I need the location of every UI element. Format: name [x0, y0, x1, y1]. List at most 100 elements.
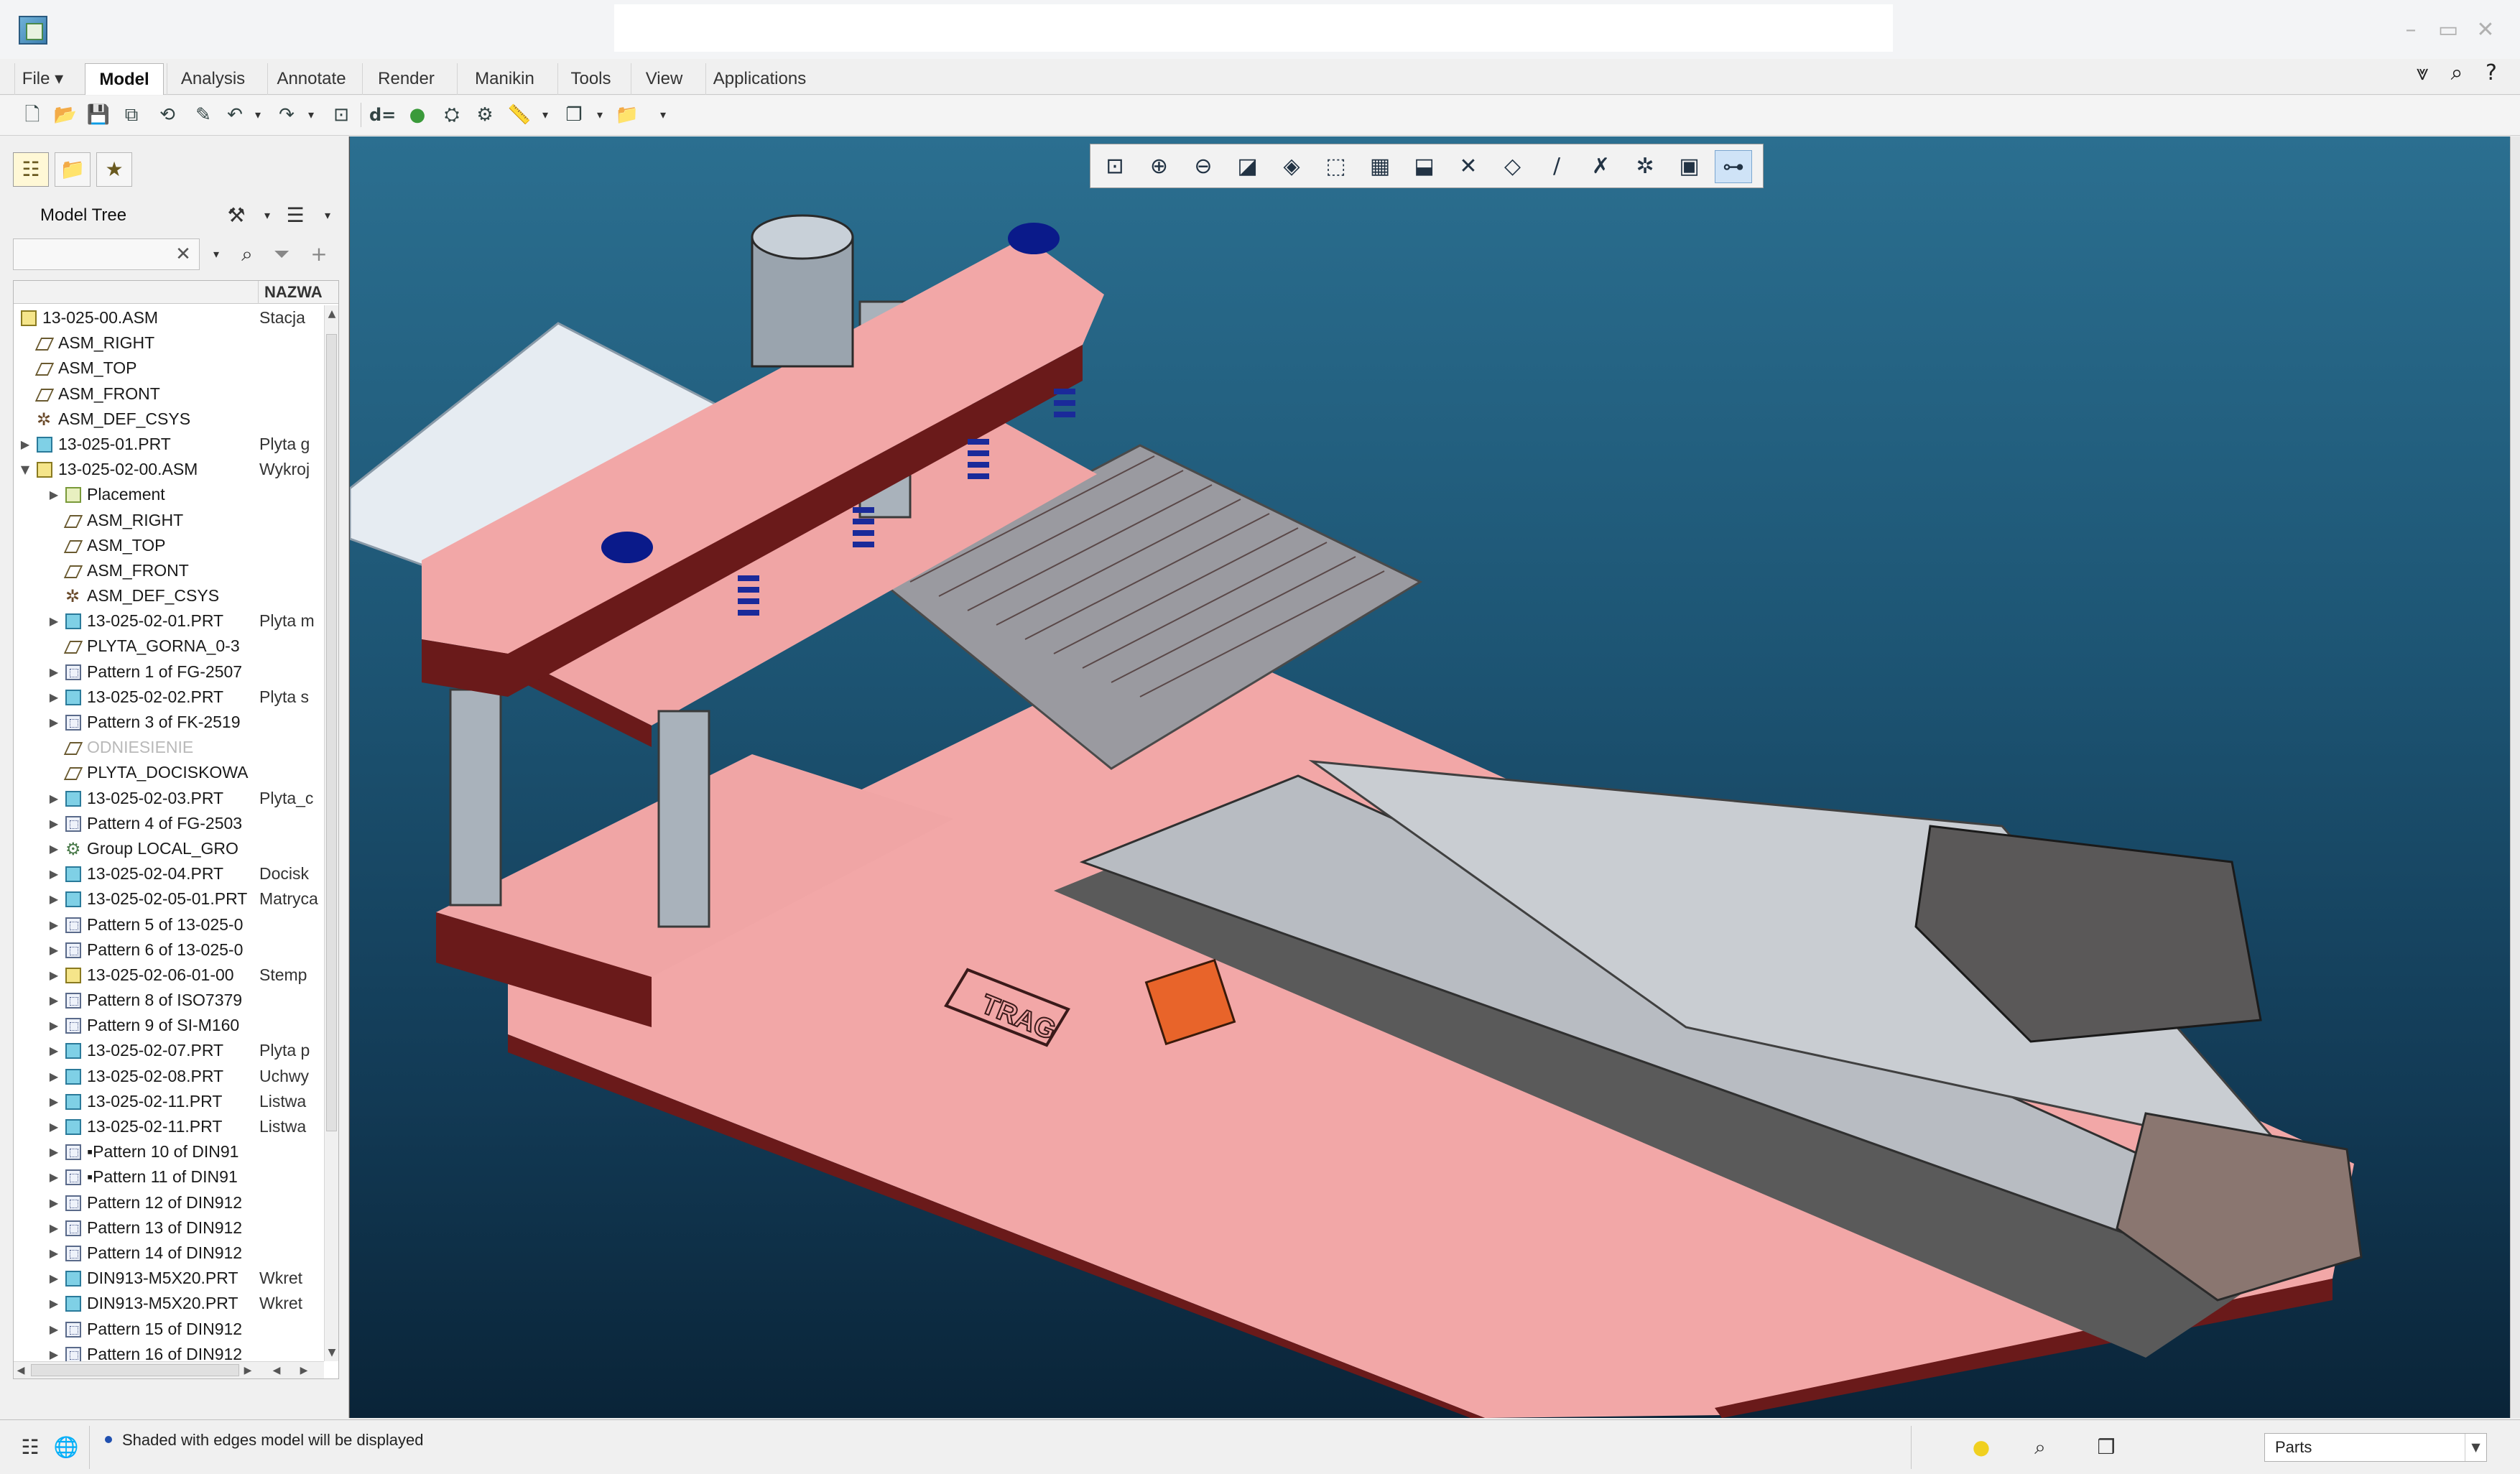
search-input[interactable] [13, 238, 200, 270]
expand-icon[interactable]: ▶ [47, 659, 61, 685]
plane-display-icon[interactable]: ◇ [1494, 150, 1532, 183]
scroll-down-icon[interactable]: ▼ [325, 1344, 338, 1361]
expand-icon[interactable]: ▶ [47, 1291, 61, 1316]
help-icon[interactable]: ? [2477, 59, 2506, 88]
display-style-icon[interactable]: ◈ [1273, 150, 1310, 183]
tree-row[interactable]: ▶ Pattern 12 of DIN912 [14, 1190, 323, 1215]
expand-icon[interactable]: ▶ [47, 988, 61, 1013]
saved-orientations-icon[interactable]: ⬚ [1317, 150, 1355, 183]
search-icon[interactable]: ⌕ [2442, 59, 2471, 88]
favorites-tab-icon[interactable]: ★ [96, 152, 132, 187]
tab-tools[interactable]: Tools [557, 63, 624, 95]
tree-row[interactable]: ▶ Pattern 15 of DIN912 [14, 1317, 323, 1342]
tab-annotate[interactable]: Annotate [267, 63, 355, 95]
tree-row[interactable]: ▶ ▪Pattern 10 of DIN91 [14, 1139, 323, 1164]
expand-icon[interactable]: ▶ [47, 1317, 61, 1342]
assembly-3d-model[interactable]: TRAG [350, 136, 2510, 1418]
expand-icon[interactable]: ▶ [47, 1266, 61, 1291]
model-tree-tab-icon[interactable]: ☷ [13, 152, 49, 187]
tab-applications[interactable]: Applications [705, 63, 813, 95]
view-manager-icon[interactable]: ▦ [1361, 150, 1399, 183]
tree-row[interactable]: ASM_TOP [14, 356, 323, 381]
open-icon[interactable]: 📂 [53, 103, 78, 127]
tab-manikin[interactable]: Manikin [457, 63, 552, 95]
measure-icon[interactable]: 📏 [507, 103, 532, 127]
tab-view[interactable]: View [631, 63, 697, 95]
tree-row[interactable]: ▶ Pattern 9 of SI-M160 [14, 1013, 323, 1038]
minimize-icon[interactable]: – [2396, 17, 2425, 43]
expand-icon[interactable]: ▶ [47, 608, 61, 634]
tab-file[interactable]: File ▾ [14, 63, 70, 95]
perspective-icon[interactable]: ⬓ [1406, 150, 1443, 183]
search-dropdown-icon[interactable]: ▾ [205, 240, 227, 269]
tree-row[interactable]: ▶ 13-025-02-11.PRT Listwa [14, 1089, 323, 1114]
relations-icon[interactable]: d= [369, 103, 396, 127]
tree-row[interactable]: ▶ DIN913-M5X20.PRT Wkret [14, 1291, 323, 1316]
tree-row[interactable]: ASM_DEF_CSYS [14, 583, 323, 609]
windows-dropdown-icon[interactable]: ▾ [593, 103, 606, 127]
add-icon[interactable]: + [305, 240, 333, 269]
expand-icon[interactable]: ▶ [47, 710, 61, 735]
expand-icon[interactable]: ▶ [47, 1064, 61, 1089]
zoom-out-icon[interactable]: ⊖ [1185, 150, 1222, 183]
scroll-thumb[interactable] [326, 334, 337, 1131]
graphics-window[interactable]: TRAG ⊡ ⊕ ⊖ ◪ ◈ ⬚ ▦ ⬓ ✕ ◇ ∕ ✗ ✲ ▣ ⊶ [349, 136, 2510, 1418]
find-icon[interactable]: ⌕ [2024, 1433, 2056, 1462]
tree-row[interactable]: PLYTA_DOCISKOWA [14, 760, 323, 785]
expand-icon[interactable]: ▶ [47, 811, 61, 836]
settings-dropdown-icon[interactable]: ▾ [259, 201, 276, 230]
ribbon-collapse-icon[interactable]: ⩔ [2408, 59, 2437, 88]
creo-app-icon[interactable] [19, 16, 47, 45]
tree-row[interactable]: ▶ Pattern 14 of DIN912 [14, 1241, 323, 1266]
undo-dropdown-icon[interactable]: ▾ [251, 103, 264, 127]
chevron-down-icon[interactable]: ▼ [2465, 1434, 2486, 1461]
refit-icon[interactable]: ⊡ [1096, 150, 1134, 183]
expand-icon[interactable]: ▶ [47, 937, 61, 963]
tree-row[interactable]: ▶ 13-025-02-04.PRT Docisk [14, 861, 323, 886]
tree-row[interactable]: ▶ Placement [14, 482, 323, 507]
3d-box-icon[interactable]: ❒ [2090, 1433, 2122, 1462]
render-icon[interactable]: ⛭ [440, 103, 464, 127]
expand-icon[interactable]: ▶ [47, 1190, 61, 1215]
annotation-display-icon[interactable]: ▣ [1671, 150, 1708, 183]
folder-browser-tab-icon[interactable]: 📁 [55, 152, 91, 187]
tree-row[interactable]: 13-025-00.ASM Stacja [14, 305, 323, 330]
show-dropdown-icon[interactable]: ▾ [319, 201, 336, 230]
filter-icon[interactable]: ⏷ [267, 240, 296, 269]
tree-row[interactable]: ▶ Pattern 5 of 13-025-0 [14, 912, 323, 937]
tree-row[interactable]: ASM_TOP [14, 533, 323, 558]
model-tree-toggle-icon[interactable]: ☷ [14, 1433, 46, 1462]
point-display-icon[interactable]: ✗ [1583, 150, 1620, 183]
expand-icon[interactable]: ▶ [18, 432, 32, 457]
edit-icon[interactable]: ✎ [191, 103, 216, 127]
tree-row[interactable]: ▶ Pattern 6 of 13-025-0 [14, 937, 323, 963]
tree-row[interactable]: ASM_FRONT [14, 381, 323, 407]
tree-row[interactable]: ▶ Pattern 4 of FG-2503 [14, 811, 323, 836]
spin-center-icon[interactable]: ⊶ [1715, 150, 1752, 183]
expand-icon[interactable]: ▶ [47, 685, 61, 710]
appearance-icon[interactable]: ● [405, 103, 430, 127]
zoom-fit-icon[interactable]: ⊡ [329, 103, 353, 127]
column-scroll-left-icon[interactable]: ◀ [269, 1362, 284, 1378]
undo-icon[interactable]: ↶ [223, 103, 247, 127]
csys-display-icon[interactable]: ✲ [1626, 150, 1664, 183]
redo-dropdown-icon[interactable]: ▾ [305, 103, 318, 127]
zoom-in-icon[interactable]: ⊕ [1141, 150, 1178, 183]
tree-row[interactable]: ▶ Pattern 1 of FG-2507 [14, 659, 323, 685]
expand-icon[interactable]: ▶ [47, 1114, 61, 1139]
expand-icon[interactable]: ▶ [47, 1215, 61, 1241]
tree-row[interactable]: ▶ 13-025-02-02.PRT Plyta s [14, 685, 323, 710]
measure-dropdown-icon[interactable]: ▾ [539, 103, 552, 127]
tab-analysis[interactable]: Analysis [167, 63, 259, 95]
expand-icon[interactable]: ▶ [47, 886, 61, 912]
tree-row[interactable]: ▶ 13-025-02-07.PRT Plyta p [14, 1038, 323, 1063]
tree-row[interactable]: ▶ 13-025-02-08.PRT Uchwy [14, 1064, 323, 1089]
tree-row[interactable]: ▶ Pattern 13 of DIN912 [14, 1215, 323, 1241]
expand-icon[interactable]: ▶ [47, 1089, 61, 1114]
expand-icon[interactable]: ▶ [47, 1139, 61, 1164]
tab-model[interactable]: Model [85, 63, 164, 95]
tree-row[interactable]: ASM_FRONT [14, 558, 323, 583]
find-icon[interactable]: ⌕ [233, 240, 261, 269]
tree-row[interactable]: ASM_RIGHT [14, 508, 323, 533]
open-folder-icon[interactable]: 📁 [615, 103, 639, 127]
